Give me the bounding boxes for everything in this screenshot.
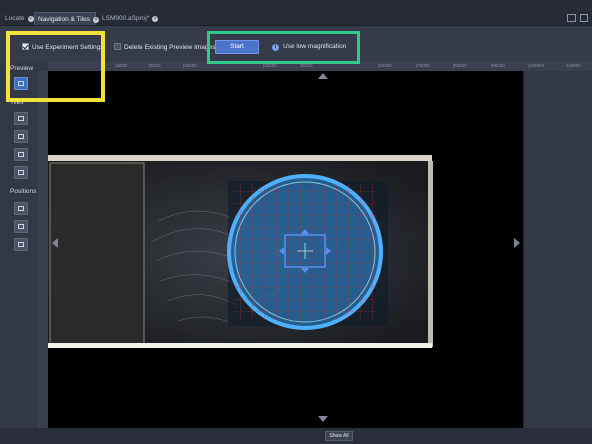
list-icon (18, 242, 24, 247)
ruler-tick: |25000 (183, 63, 197, 68)
close-icon[interactable]: × (152, 16, 159, 22)
tab-label: LSM900.aSproj* (102, 15, 150, 22)
tab-label: Locate (5, 15, 25, 22)
ruler-left (38, 71, 48, 436)
ruler-tick: 110000 (566, 63, 581, 68)
highlight-box-yellow (6, 31, 105, 102)
tile-region-icon (18, 134, 24, 139)
bottom-bar (0, 428, 592, 444)
checkbox-label: Delete Existing Preview Images (124, 44, 216, 51)
ruler-tick: |85000 (453, 63, 467, 68)
tab-bar: Locate × Navigation & Tiles × LSM900.aSpro… (0, 0, 592, 26)
show-all-button[interactable]: Show All (325, 431, 353, 441)
tile-list-button[interactable] (14, 166, 28, 179)
ruler-tick: |105000 (528, 63, 545, 68)
right-panel (523, 71, 592, 436)
positions-label: Positions (10, 188, 37, 195)
ruler-tick: 15000 (148, 63, 161, 68)
pan-left-arrow[interactable] (52, 238, 58, 248)
pan-up-arrow[interactable] (318, 73, 328, 79)
pan-down-arrow[interactable] (318, 416, 328, 422)
tile-select-icon (18, 152, 24, 157)
add-position-button[interactable] (14, 202, 28, 215)
grid-icon (18, 224, 24, 229)
crosshair-icon (18, 206, 24, 211)
position-list-button[interactable] (14, 238, 28, 251)
delete-preview-images-checkbox[interactable]: Delete Existing Preview Images (114, 43, 215, 51)
checkbox-unchecked-icon[interactable] (114, 43, 121, 50)
tile-region-button[interactable] (14, 130, 28, 143)
position-grid-button[interactable] (14, 220, 28, 233)
slide-preview-image (48, 155, 433, 348)
show-all-label: Show All (329, 433, 349, 439)
ruler-tick: |75000 (416, 63, 430, 68)
tile-rectangle-icon (18, 116, 24, 121)
ruler-tick: |95000 (491, 63, 505, 68)
tile-list-icon (18, 170, 24, 175)
app-window: Locate × Navigation & Tiles × LSM900.aSpro… (0, 0, 592, 444)
highlight-box-green (207, 31, 360, 64)
navigation-viewport[interactable] (48, 71, 523, 428)
close-icon[interactable]: × (27, 16, 34, 22)
tile-windows-icon[interactable] (567, 14, 576, 22)
pan-right-arrow[interactable] (514, 238, 520, 248)
ruler-tick: |66000 (378, 63, 392, 68)
ruler-tick: 15000 (115, 63, 128, 68)
tile-select-button[interactable] (14, 148, 28, 161)
tile-rectangle-button[interactable] (14, 112, 28, 125)
tab-label: Navigation & Tiles (38, 16, 91, 23)
tab-locate[interactable]: Locate × (2, 12, 34, 25)
maximize-icon[interactable] (580, 14, 588, 22)
tab-navigation-tiles[interactable]: Navigation & Tiles × (34, 12, 100, 25)
tab-project[interactable]: LSM900.aSproj* × (99, 12, 159, 25)
